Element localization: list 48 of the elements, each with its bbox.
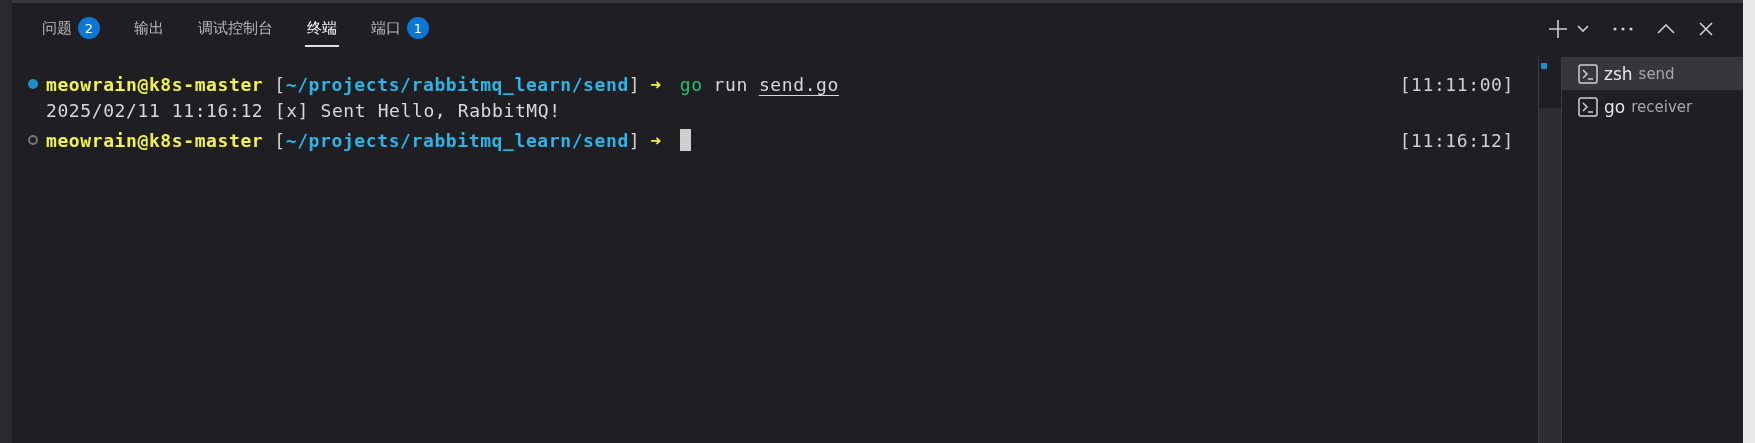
command-token: send.go (758, 73, 839, 95)
tab-label: 调试控制台 (198, 18, 273, 38)
prompt-user: meowrain@k8s-master (46, 129, 264, 151)
close-button[interactable] (1697, 20, 1715, 38)
prompt-path: ~/projects/rabbitmq_learn/send (285, 73, 629, 95)
tab-label: 端口 (371, 18, 401, 38)
prompt-arrow: ➜ (650, 73, 662, 95)
command-token: run (713, 73, 748, 95)
tab-label: 问题 (42, 18, 72, 38)
prompt-arrow: ➜ (650, 129, 662, 151)
panel-tab[interactable]: 问题 2 (40, 11, 102, 47)
panel-tab[interactable]: 输出 (132, 11, 166, 47)
output-line: 2025/02/11 11:16:12 [x] Sent Hello, RabbitMQ! (46, 99, 561, 121)
timestamp: [11:11:00] (1399, 73, 1514, 95)
prompt-bracket: [ (274, 73, 286, 95)
prompt-bracket: [ (274, 129, 286, 151)
panel-tab[interactable]: 调试控制台 (196, 11, 275, 47)
terminal-list-item[interactable]: zsh send (1562, 57, 1743, 90)
command-token: go (679, 73, 703, 95)
tab-label: 输出 (134, 18, 164, 38)
count-badge: 2 (78, 17, 100, 39)
chevron-up-icon (1657, 24, 1675, 34)
more-icon (1613, 27, 1633, 31)
command-decoration-dot[interactable] (28, 135, 38, 145)
close-icon (1699, 22, 1713, 36)
scrollbar[interactable] (1538, 55, 1561, 443)
command-decoration-dot[interactable] (28, 79, 38, 89)
shell-name: zsh (1604, 63, 1633, 84)
terminal-icon (1578, 96, 1598, 117)
tab-label: 终端 (307, 18, 337, 38)
panel-tab[interactable]: 终端 (305, 11, 339, 47)
prompt-bracket: ] (628, 129, 641, 151)
maximize-button[interactable] (1655, 22, 1677, 36)
prompt-user: meowrain@k8s-master (46, 73, 264, 95)
terminal-name: receiver (1631, 97, 1693, 116)
timestamp: [11:16:12] (1399, 129, 1514, 151)
more-button[interactable] (1611, 25, 1635, 33)
add-icon (1547, 18, 1569, 40)
shell-name: go (1604, 96, 1626, 117)
terminal-list-item[interactable]: go receiver (1562, 90, 1743, 123)
prompt-bracket: ] (628, 73, 641, 95)
dropdown-button[interactable] (1575, 23, 1591, 35)
panel-tab[interactable]: 端口 1 (369, 11, 431, 47)
terminal-name: send (1638, 64, 1675, 83)
count-badge: 1 (407, 17, 429, 39)
chevron-down-icon (1577, 25, 1589, 33)
prompt-path: ~/projects/rabbitmq_learn/send (285, 129, 629, 151)
terminal-icon (1578, 63, 1598, 84)
